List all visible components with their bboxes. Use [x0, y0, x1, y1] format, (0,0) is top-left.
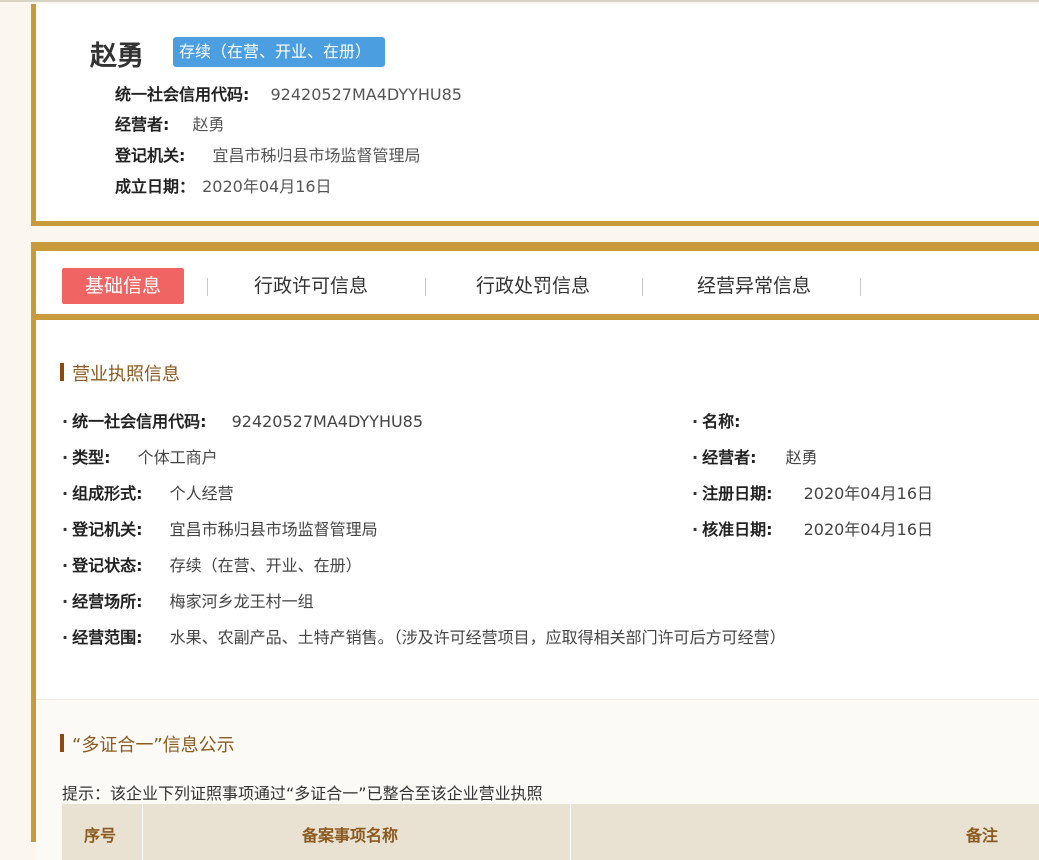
- column-separator: [570, 804, 571, 860]
- field-value: 宜昌市秭归县市场监督管理局: [169, 520, 378, 539]
- field-business-address: · 经营场所: 梅家河乡龙王村一组: [62, 592, 314, 611]
- header-field-value: 2020年04月16日: [202, 177, 332, 196]
- header-field-value: 宜昌市秭归县市场监督管理局: [212, 146, 421, 165]
- field-label: 经营场所:: [72, 592, 143, 611]
- entity-header-card: 赵勇 存续（在营、开业、在册） 统一社会信用代码: 92420527MA4DYY…: [31, 4, 1039, 226]
- header-field-operator: 经营者: 赵勇: [115, 111, 225, 135]
- tab-separator: [860, 278, 861, 296]
- field-value: 个体工商户: [137, 448, 218, 467]
- field-label: 登记机关:: [72, 520, 143, 539]
- field-value: 水果、农副产品、土特产销售。（涉及许可经营项目，应取得相关部门许可后方可经营）: [169, 628, 786, 647]
- page-top-border: [0, 0, 1039, 2]
- field-credit-code: · 统一社会信用代码: 92420527MA4DYYHU85: [62, 412, 424, 431]
- header-field-label: 统一社会信用代码:: [115, 85, 250, 104]
- field-approval-date: · 核准日期: 2020年04月16日: [692, 520, 934, 539]
- header-field-label: 成立日期：: [115, 177, 196, 196]
- section-title-business-license: 营业执照信息: [60, 360, 180, 386]
- field-value: 2020年04月16日: [803, 520, 934, 539]
- field-label: 注册日期:: [702, 484, 773, 503]
- field-label: 组成形式:: [72, 484, 143, 503]
- field-operator: · 经营者: 赵勇: [692, 448, 818, 467]
- column-header-item-name: 备案事项名称: [302, 826, 399, 845]
- entity-name: 赵勇: [90, 41, 144, 72]
- field-value: 2020年04月16日: [803, 484, 934, 503]
- tab-admin-penalty[interactable]: 行政处罚信息: [468, 268, 598, 304]
- field-value: 赵勇: [785, 448, 818, 467]
- column-header-remark: 备注: [966, 826, 999, 845]
- field-value: 92420527MA4DYYHU85: [231, 412, 424, 431]
- field-value: 梅家河乡龙王村一组: [169, 592, 314, 611]
- header-field-registration-authority: 登记机关: 宜昌市秭归县市场监督管理局: [115, 142, 421, 166]
- field-registration-authority: · 登记机关: 宜昌市秭归县市场监督管理局: [62, 520, 378, 539]
- field-label: 经营者:: [702, 448, 757, 467]
- multi-cert-section: “多证合一”信息公示 提示：该企业下列证照事项通过“多证合一”已整合至该企业营业…: [36, 699, 1039, 860]
- field-name: · 名称:: [692, 412, 741, 431]
- field-type: · 类型: 个体工商户: [62, 448, 218, 467]
- field-label: 登记状态:: [72, 556, 143, 575]
- tab-separator: [642, 278, 643, 296]
- tab-basic-info[interactable]: 基础信息: [62, 268, 184, 304]
- field-composition: · 组成形式: 个人经营: [62, 484, 234, 503]
- field-label: 核准日期:: [702, 520, 773, 539]
- column-header-index: 序号: [84, 826, 117, 845]
- tab-separator: [425, 278, 426, 296]
- header-field-value: 赵勇: [192, 115, 225, 134]
- tab-bar: 基础信息 行政许可信息 行政处罚信息 经营异常信息: [36, 251, 1039, 320]
- field-value: 存续（在营、开业、在册）: [169, 556, 362, 575]
- detail-card: 基础信息 行政许可信息 行政处罚信息 经营异常信息 营业执照信息 · 统一社会信用…: [31, 242, 1039, 860]
- field-register-date: · 注册日期: 2020年04月16日: [692, 484, 934, 503]
- field-label: 名称:: [702, 412, 741, 431]
- field-label: 类型:: [72, 448, 111, 467]
- field-label: 经营范围:: [72, 628, 143, 647]
- field-label: 统一社会信用代码:: [72, 412, 207, 431]
- multi-cert-note: 提示：该企业下列证照事项通过“多证合一”已整合至该企业营业执照: [62, 784, 543, 803]
- header-field-credit-code: 统一社会信用代码: 92420527MA4DYYHU85: [115, 81, 462, 105]
- header-field-label: 登记机关:: [115, 146, 186, 165]
- field-registration-status: · 登记状态: 存续（在营、开业、在册）: [62, 556, 362, 575]
- tab-separator: [207, 278, 208, 296]
- tab-business-abnormal[interactable]: 经营异常信息: [689, 268, 819, 304]
- header-field-value: 92420527MA4DYYHU85: [270, 85, 462, 104]
- tab-admin-license[interactable]: 行政许可信息: [246, 268, 376, 304]
- header-field-label: 经营者:: [115, 115, 170, 134]
- header-field-establish-date: 成立日期： 2020年04月16日: [115, 173, 332, 197]
- status-badge: 存续（在营、开业、在册）: [173, 37, 386, 67]
- field-business-scope: · 经营范围: 水果、农副产品、土特产销售。（涉及许可经营项目，应取得相关部门许可…: [62, 628, 786, 647]
- multi-cert-table-header: 序号 备案事项名称 备注: [62, 804, 1039, 860]
- column-separator: [142, 804, 143, 860]
- section-title-multi-cert: “多证合一”信息公示: [60, 731, 235, 757]
- field-value: 个人经营: [169, 484, 234, 503]
